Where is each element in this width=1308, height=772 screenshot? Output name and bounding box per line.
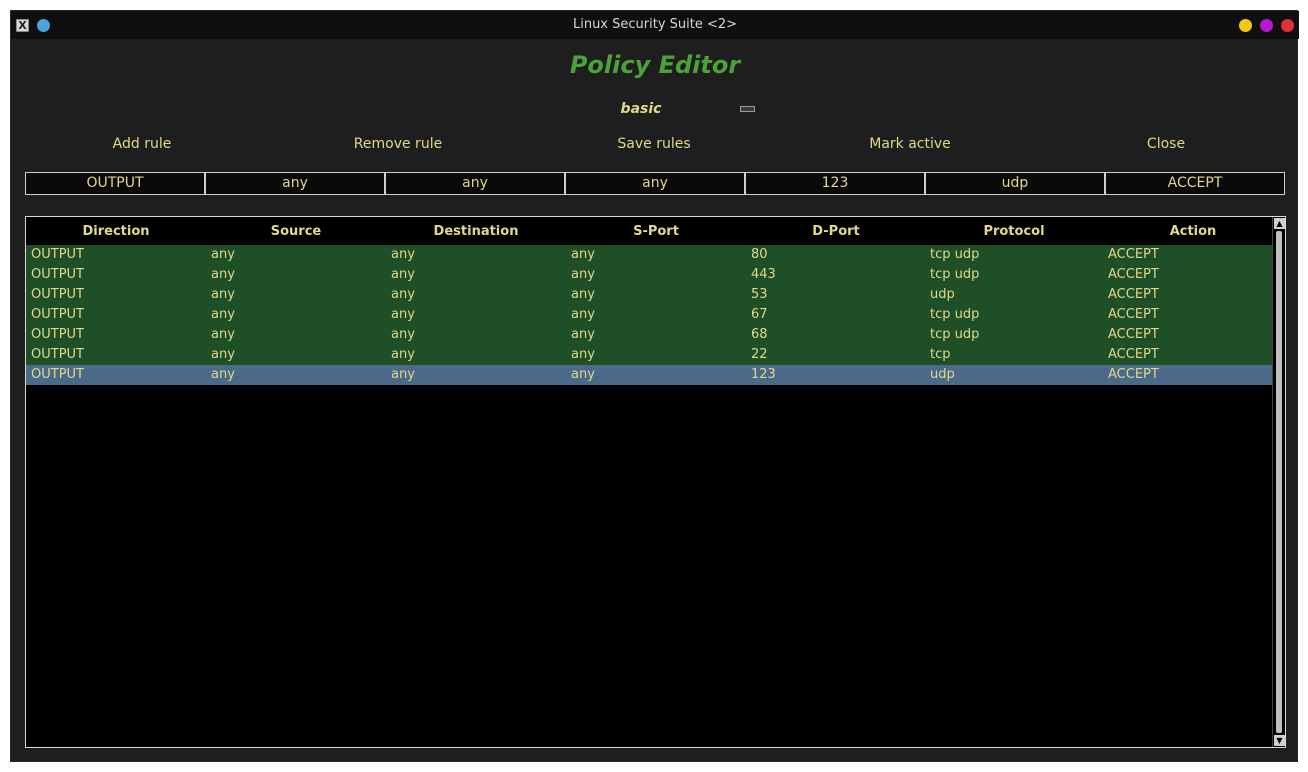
cell-protocol: tcp bbox=[930, 347, 951, 362]
column-header-protocol[interactable]: Protocol bbox=[924, 224, 1104, 239]
cell-destination: any bbox=[391, 367, 415, 382]
cell-direction: OUTPUT bbox=[31, 307, 84, 322]
destination-field[interactable]: any bbox=[385, 172, 565, 195]
cell-direction: OUTPUT bbox=[31, 327, 84, 342]
cell-destination: any bbox=[391, 307, 415, 322]
dport-field[interactable]: 123 bbox=[745, 172, 925, 195]
cell-protocol: udp bbox=[930, 287, 955, 302]
table-row[interactable]: OUTPUT any any any 53 udp ACCEPT bbox=[26, 285, 1272, 305]
cell-source: any bbox=[211, 367, 235, 382]
cell-sport: any bbox=[571, 327, 595, 342]
add-rule-button[interactable]: Add rule bbox=[32, 134, 252, 158]
cell-direction: OUTPUT bbox=[31, 347, 84, 362]
cell-action: ACCEPT bbox=[1108, 347, 1159, 362]
protocol-field[interactable]: udp bbox=[925, 172, 1105, 195]
cell-direction: OUTPUT bbox=[31, 287, 84, 302]
table-row[interactable]: OUTPUT any any any 68 tcp udp ACCEPT bbox=[26, 325, 1272, 345]
cell-dport: 68 bbox=[751, 327, 768, 342]
vertical-scrollbar[interactable]: ▲ ▼ bbox=[1272, 217, 1285, 747]
cell-destination: any bbox=[391, 287, 415, 302]
cell-sport: any bbox=[571, 287, 595, 302]
minimize-button[interactable] bbox=[1239, 19, 1252, 32]
column-header-sport[interactable]: S-Port bbox=[566, 224, 746, 239]
cell-destination: any bbox=[391, 347, 415, 362]
table-header: Direction Source Destination S-Port D-Po… bbox=[26, 217, 1272, 245]
app-window: X Linux Security Suite <2> Policy Editor… bbox=[10, 10, 1299, 762]
save-rules-button[interactable]: Save rules bbox=[544, 134, 764, 158]
page-title: Policy Editor bbox=[569, 51, 741, 79]
cell-direction: OUTPUT bbox=[31, 267, 84, 282]
column-header-dport[interactable]: D-Port bbox=[746, 224, 926, 239]
cell-dport: 53 bbox=[751, 287, 768, 302]
cell-direction: OUTPUT bbox=[31, 367, 84, 382]
cell-destination: any bbox=[391, 267, 415, 282]
cell-protocol: tcp udp bbox=[930, 267, 980, 282]
cell-action: ACCEPT bbox=[1108, 267, 1159, 282]
table-body: OUTPUT any any any 80 tcp udp ACCEPT OUT… bbox=[26, 245, 1272, 385]
cell-action: ACCEPT bbox=[1108, 367, 1159, 382]
cell-sport: any bbox=[571, 367, 595, 382]
rules-table: Direction Source Destination S-Port D-Po… bbox=[25, 216, 1286, 748]
cell-source: any bbox=[211, 267, 235, 282]
cell-source: any bbox=[211, 347, 235, 362]
cell-dport: 67 bbox=[751, 307, 768, 322]
profile-toggle-button[interactable] bbox=[740, 106, 755, 112]
cell-dport: 80 bbox=[751, 247, 768, 262]
rule-editor-row: OUTPUT any any any 123 udp ACCEPT bbox=[25, 172, 1285, 195]
cell-source: any bbox=[211, 327, 235, 342]
profile-name: basic bbox=[620, 101, 662, 117]
table-row[interactable]: OUTPUT any any any 80 tcp udp ACCEPT bbox=[26, 245, 1272, 265]
cell-sport: any bbox=[571, 347, 595, 362]
column-header-source[interactable]: Source bbox=[206, 224, 386, 239]
cell-source: any bbox=[211, 247, 235, 262]
cell-direction: OUTPUT bbox=[31, 247, 84, 262]
cell-dport: 123 bbox=[751, 367, 776, 382]
window-title: Linux Security Suite <2> bbox=[572, 17, 738, 32]
sport-field[interactable]: any bbox=[565, 172, 745, 195]
cell-protocol: udp bbox=[930, 367, 955, 382]
table-row[interactable]: OUTPUT any any any 443 tcp udp ACCEPT bbox=[26, 265, 1272, 285]
cell-dport: 443 bbox=[751, 267, 776, 282]
cell-sport: any bbox=[571, 307, 595, 322]
cell-action: ACCEPT bbox=[1108, 307, 1159, 322]
table-row-selected[interactable]: OUTPUT any any any 123 udp ACCEPT bbox=[26, 365, 1272, 385]
remove-rule-button[interactable]: Remove rule bbox=[288, 134, 508, 158]
table-row[interactable]: OUTPUT any any any 22 tcp ACCEPT bbox=[26, 345, 1272, 365]
cell-protocol: tcp udp bbox=[930, 307, 980, 322]
column-header-action[interactable]: Action bbox=[1103, 224, 1283, 239]
cell-action: ACCEPT bbox=[1108, 287, 1159, 302]
title-bar[interactable]: X Linux Security Suite <2> bbox=[11, 11, 1299, 39]
close-window-button[interactable] bbox=[1281, 19, 1294, 32]
table-row[interactable]: OUTPUT any any any 67 tcp udp ACCEPT bbox=[26, 305, 1272, 325]
column-header-direction[interactable]: Direction bbox=[26, 224, 206, 239]
cell-protocol: tcp udp bbox=[930, 327, 980, 342]
cell-action: ACCEPT bbox=[1108, 327, 1159, 342]
mark-active-button[interactable]: Mark active bbox=[800, 134, 1020, 158]
cell-destination: any bbox=[391, 327, 415, 342]
column-header-destination[interactable]: Destination bbox=[386, 224, 566, 239]
cell-source: any bbox=[211, 307, 235, 322]
direction-field[interactable]: OUTPUT bbox=[25, 172, 205, 195]
cell-dport: 22 bbox=[751, 347, 768, 362]
close-button[interactable]: Close bbox=[1056, 134, 1276, 158]
cell-action: ACCEPT bbox=[1108, 247, 1159, 262]
cell-source: any bbox=[211, 287, 235, 302]
cell-sport: any bbox=[571, 247, 595, 262]
source-field[interactable]: any bbox=[205, 172, 385, 195]
scroll-down-arrow-icon[interactable]: ▼ bbox=[1274, 735, 1285, 746]
scrollbar-thumb[interactable] bbox=[1276, 231, 1282, 733]
cell-destination: any bbox=[391, 247, 415, 262]
maximize-button[interactable] bbox=[1260, 19, 1273, 32]
action-field[interactable]: ACCEPT bbox=[1105, 172, 1285, 195]
scroll-up-arrow-icon[interactable]: ▲ bbox=[1274, 218, 1285, 229]
cell-sport: any bbox=[571, 267, 595, 282]
cell-protocol: tcp udp bbox=[930, 247, 980, 262]
